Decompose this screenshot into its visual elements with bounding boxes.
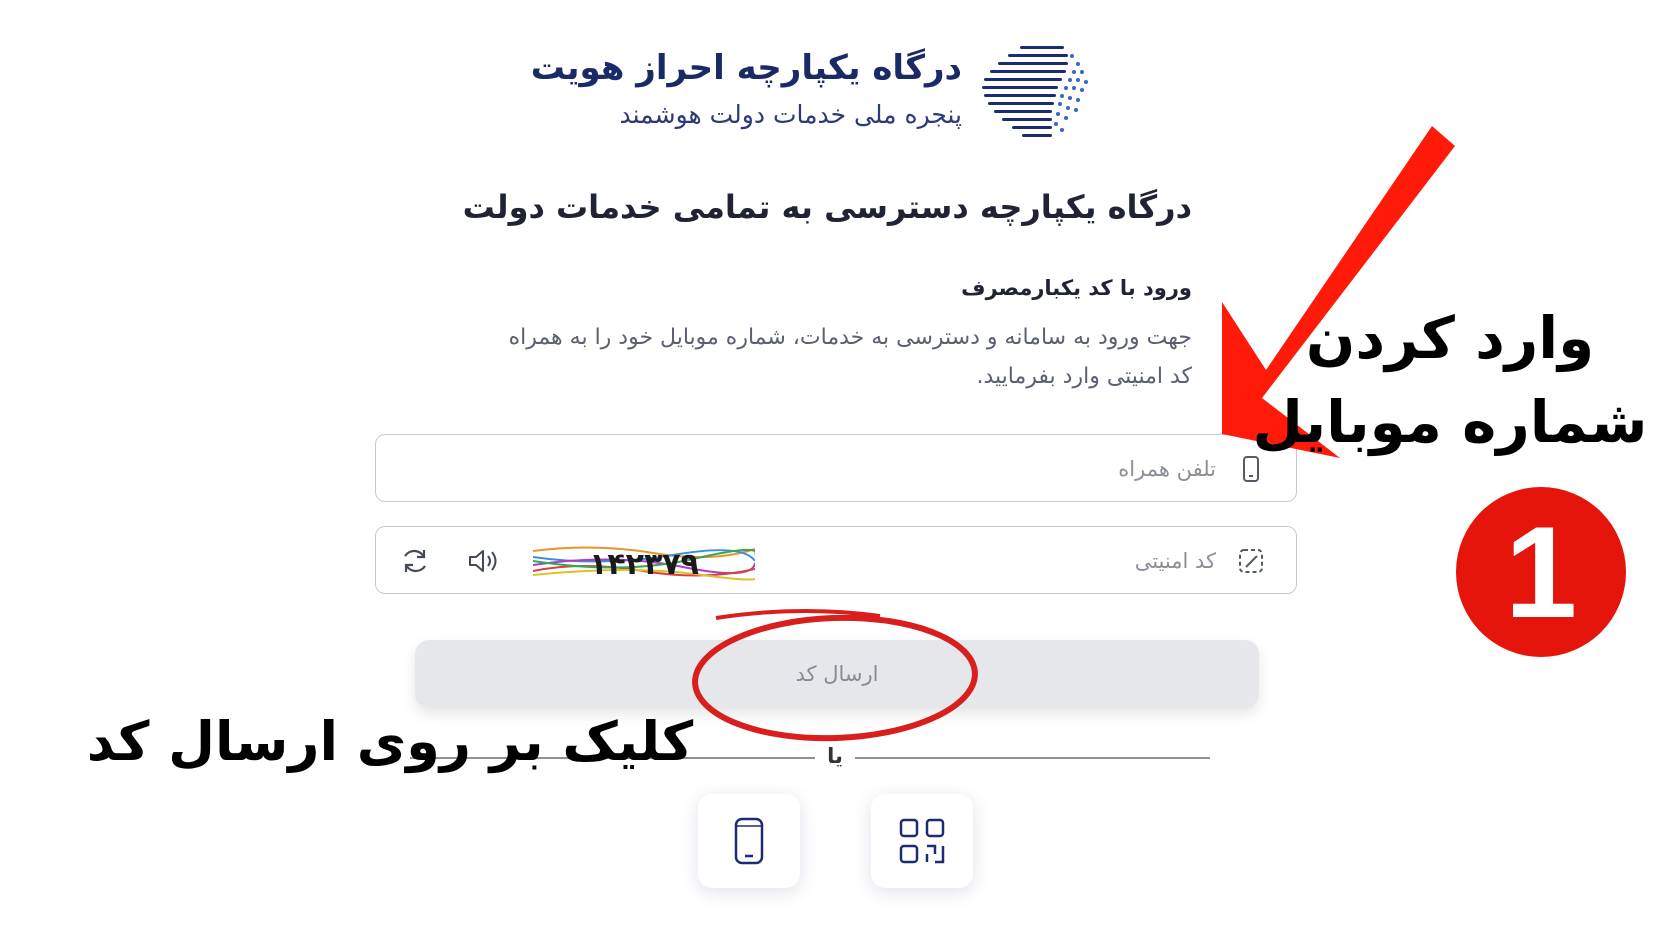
brand-subtitle: پنجره ملی خدمات دولت هوشمند	[619, 100, 962, 129]
section-title: ورود با کد یکبارمصرف	[961, 276, 1192, 300]
annotation-enter-mobile: وارد کردن شماره موبایل	[1240, 296, 1660, 464]
speaker-icon	[469, 550, 497, 572]
mobile-phone-icon	[734, 817, 764, 865]
captcha-field[interactable]: ۱۴۲۳۷۹	[375, 526, 1297, 595]
step-number-badge: 1	[1456, 487, 1626, 657]
captcha-image: ۱۴۲۳۷۹	[532, 541, 760, 582]
audio-captcha-button[interactable]	[466, 545, 500, 577]
refresh-captcha-button[interactable]	[398, 545, 432, 577]
section-description: جهت ورود به سامانه و دسترسی به خدمات، شم…	[508, 325, 1192, 389]
divider-label: یا	[815, 744, 855, 768]
send-code-button[interactable]: ارسال کد	[415, 640, 1259, 708]
captcha-text: ۱۴۲۳۷۹	[589, 547, 699, 581]
annotation-click-send: کلیک بر روی ارسال کد	[86, 710, 694, 773]
brand-title: درگاه یکپارچه احراز هویت	[530, 48, 962, 88]
phone-field[interactable]	[375, 434, 1297, 503]
security-code-icon	[1238, 547, 1264, 575]
globe-icon	[980, 42, 1092, 142]
phone-input[interactable]	[914, 435, 1218, 503]
annotation-line2: شماره موبایل	[1252, 388, 1648, 456]
annotation-line1: وارد کردن	[1305, 304, 1595, 372]
qr-code-icon	[899, 818, 945, 864]
refresh-icon	[404, 549, 426, 573]
captcha-input[interactable]	[914, 527, 1218, 595]
qr-login-button[interactable]	[871, 794, 973, 888]
page-title: درگاه یکپارچه دسترسی به تمامی خدمات دولت	[462, 188, 1192, 226]
mobile-login-button[interactable]	[698, 794, 800, 888]
